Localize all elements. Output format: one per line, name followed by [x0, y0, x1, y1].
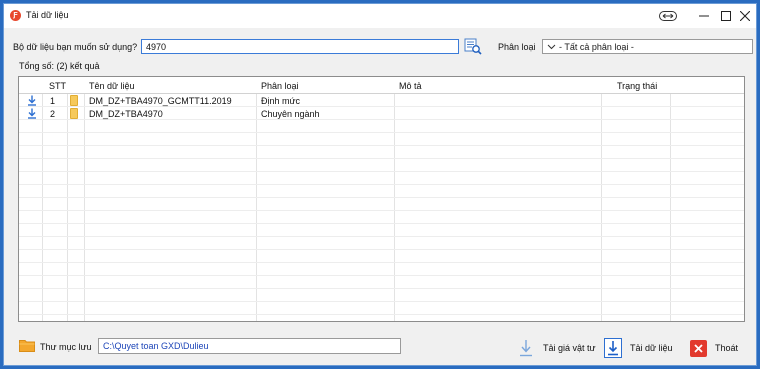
close-button[interactable]: [727, 4, 760, 28]
filter-label: Phân loại: [498, 42, 536, 52]
empty-row: [19, 185, 744, 198]
column-header-category[interactable]: Phân loại: [261, 81, 299, 91]
search-label: Bộ dữ liệu bạn muốn sử dụng?: [13, 42, 138, 52]
empty-row: [19, 289, 744, 302]
search-list-icon: [464, 38, 482, 55]
folder-icon: [70, 108, 78, 119]
empty-row: [19, 120, 744, 133]
empty-row: [19, 237, 744, 250]
window-title: Tải dữ liệu: [26, 10, 69, 20]
row-name: DM_DZ+TBA4970: [89, 109, 163, 119]
empty-row: [19, 146, 744, 159]
empty-row: [19, 250, 744, 263]
empty-row: [19, 159, 744, 172]
load-price-button[interactable]: Tải giá vật tư: [517, 337, 596, 359]
app-icon: Ƒ: [10, 10, 21, 21]
empty-row: [19, 211, 744, 224]
row-stt: 1: [50, 96, 56, 106]
row-name: DM_DZ+TBA4970_GCMTT11.2019: [89, 96, 232, 106]
window-frame: Ƒ Tải dữ liệu Bộ dữ liệu bạn muốn sử dụn…: [0, 0, 760, 369]
category-select-value: - Tất cả phân loại -: [559, 41, 634, 52]
category-select[interactable]: - Tất cả phân loại -: [542, 39, 753, 54]
load-price-label: Tải giá vật tư: [543, 343, 596, 353]
save-folder-label: Thư mục lưu: [40, 342, 92, 352]
column-header-name[interactable]: Tên dữ liệu: [89, 81, 135, 91]
title-bar[interactable]: Ƒ Tải dữ liệu: [4, 4, 756, 28]
download-icon[interactable]: [27, 108, 37, 119]
row-stt: 2: [50, 109, 56, 119]
load-data-label: Tải dữ liệu: [630, 343, 673, 353]
download-price-icon: [517, 338, 535, 358]
empty-row: [19, 302, 744, 315]
table-row[interactable]: 2 DM_DZ+TBA4970 Chuyên ngành: [19, 107, 744, 120]
link-restore-icon[interactable]: [650, 4, 686, 28]
column-header-stt[interactable]: STT: [49, 81, 66, 91]
empty-row: [19, 133, 744, 146]
download-icon[interactable]: [27, 95, 37, 106]
save-folder-path-input[interactable]: [98, 338, 401, 354]
chevron-down-icon: [547, 44, 556, 49]
empty-row: [19, 224, 744, 237]
close-red-icon: [690, 339, 707, 357]
data-table[interactable]: STT Tên dữ liệu Phân loại Mô tả Trạng th…: [18, 76, 745, 322]
result-count: Tổng số: (2) kết quả: [19, 61, 100, 71]
table-header: STT Tên dữ liệu Phân loại Mô tả Trạng th…: [19, 77, 744, 94]
load-data-button[interactable]: Tải dữ liệu: [604, 337, 673, 359]
dialog-window: Ƒ Tải dữ liệu Bộ dữ liệu bạn muốn sử dụn…: [3, 3, 757, 366]
empty-row: [19, 198, 744, 211]
search-button[interactable]: [464, 38, 482, 55]
download-data-icon: [604, 338, 622, 358]
folder-icon: [70, 95, 78, 106]
column-header-status[interactable]: Trạng thái: [617, 81, 657, 91]
row-category: Định mức: [261, 96, 301, 106]
exit-button[interactable]: Thoát: [690, 337, 738, 359]
empty-row: [19, 263, 744, 276]
exit-label: Thoát: [715, 343, 739, 353]
row-category: Chuyên ngành: [261, 109, 320, 119]
save-folder-icon: [19, 340, 35, 352]
empty-row: [19, 172, 744, 185]
empty-row: [19, 276, 744, 289]
table-row[interactable]: 1 DM_DZ+TBA4970_GCMTT11.2019 Định mức: [19, 94, 744, 107]
search-input[interactable]: [141, 39, 459, 54]
column-header-description[interactable]: Mô tả: [399, 81, 422, 91]
